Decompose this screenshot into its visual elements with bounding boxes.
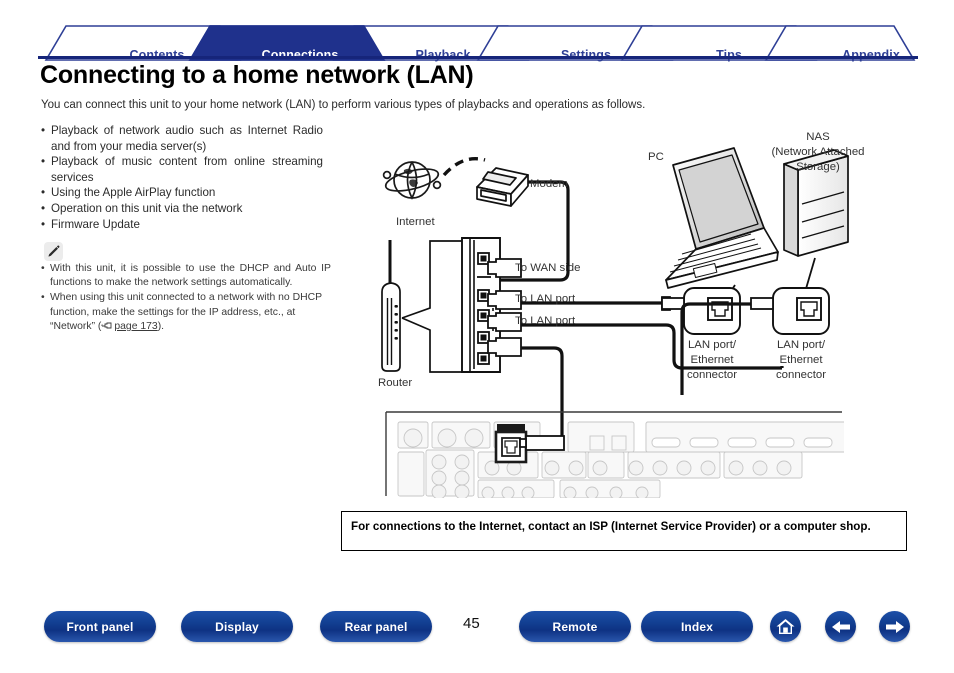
label-internet: Internet — [396, 216, 435, 228]
home-icon[interactable] — [770, 611, 801, 642]
label-to-lan-port-2: To LAN port — [515, 315, 576, 327]
nas-plug — [750, 297, 774, 310]
router-leader-bottom — [401, 317, 463, 373]
tab-connections[interactable]: Connections — [262, 48, 339, 62]
label-nas-port-1: LAN port/ — [776, 339, 826, 351]
pc-plug — [661, 296, 685, 311]
label-nas-line2: (Network Attached — [771, 146, 865, 158]
list-item: Using the Apple AirPlay function — [41, 185, 323, 201]
label-nas-line3: Storage) — [796, 161, 840, 173]
forward-arrow-icon[interactable] — [879, 611, 910, 642]
back-arrow-icon[interactable] — [825, 611, 856, 642]
label-modem: Modem — [530, 178, 568, 190]
page-reference-link[interactable]: page 173 — [114, 321, 157, 332]
intro-paragraph: You can connect this unit to your home n… — [41, 99, 646, 111]
label-router: Router — [378, 377, 413, 389]
list-item: Playback of music content from online st… — [41, 154, 323, 185]
isp-note-box: For connections to the Internet, contact… — [341, 511, 907, 551]
tab-contents[interactable]: Contents — [130, 48, 185, 62]
note-list: With this unit, it is possible to use th… — [41, 262, 331, 335]
pencil-icon — [44, 242, 63, 261]
pointing-hand-icon — [101, 321, 114, 330]
modem-icon — [476, 167, 529, 207]
list-item: With this unit, it is possible to use th… — [41, 262, 331, 290]
tab-playback[interactable]: Playback — [415, 48, 470, 62]
tab-appendix[interactable]: Appendix — [842, 48, 900, 62]
note-tail: ). — [157, 320, 165, 332]
tab-settings[interactable]: Settings — [561, 48, 611, 62]
isp-note-text: For connections to the Internet, contact… — [351, 520, 871, 533]
label-nas-port-3: connector — [775, 369, 827, 381]
rear-panel-faded-connectors — [397, 421, 862, 500]
front-panel-button[interactable]: Front panel — [44, 611, 156, 642]
router-leader-top — [401, 240, 463, 319]
label-pc: PC — [648, 151, 664, 163]
label-to-lan-port-1: To LAN port — [515, 293, 576, 305]
page-number: 45 — [463, 615, 480, 632]
feature-bullet-list: Playback of network audio such as Intern… — [41, 123, 323, 232]
receiver-plug — [519, 435, 565, 451]
page-title: Connecting to a home network (LAN) — [40, 61, 474, 89]
manual-page: Contents Connections Playback Settings T… — [0, 0, 954, 673]
index-button[interactable]: Index — [641, 611, 753, 642]
list-item: When using this unit connected to a netw… — [41, 291, 331, 334]
tab-bar-rule — [38, 56, 918, 59]
rear-panel-button[interactable]: Rear panel — [320, 611, 432, 642]
av-receiver-rear-panel — [384, 398, 862, 500]
display-button[interactable]: Display — [181, 611, 293, 642]
label-nas-line1: NAS — [806, 131, 830, 143]
label-to-wan-side: To WAN side — [515, 262, 581, 274]
remote-button[interactable]: Remote — [519, 611, 631, 642]
list-item: Operation on this unit via the network — [41, 201, 323, 217]
tab-bar: Contents Connections Playback Settings T… — [38, 22, 918, 62]
note-text: When using this unit connected to a netw… — [50, 292, 322, 332]
tab-tips[interactable]: Tips — [716, 48, 742, 62]
hub-plug-lan3 — [487, 337, 522, 357]
list-item: Playback of network audio such as Intern… — [41, 123, 323, 154]
label-nas-port-2: Ethernet — [779, 354, 823, 366]
pc-lan-jack — [683, 287, 741, 335]
list-item: Firmware Update — [41, 217, 323, 233]
nas-lan-jack — [772, 287, 830, 335]
wireless-link-dashed — [442, 156, 486, 177]
